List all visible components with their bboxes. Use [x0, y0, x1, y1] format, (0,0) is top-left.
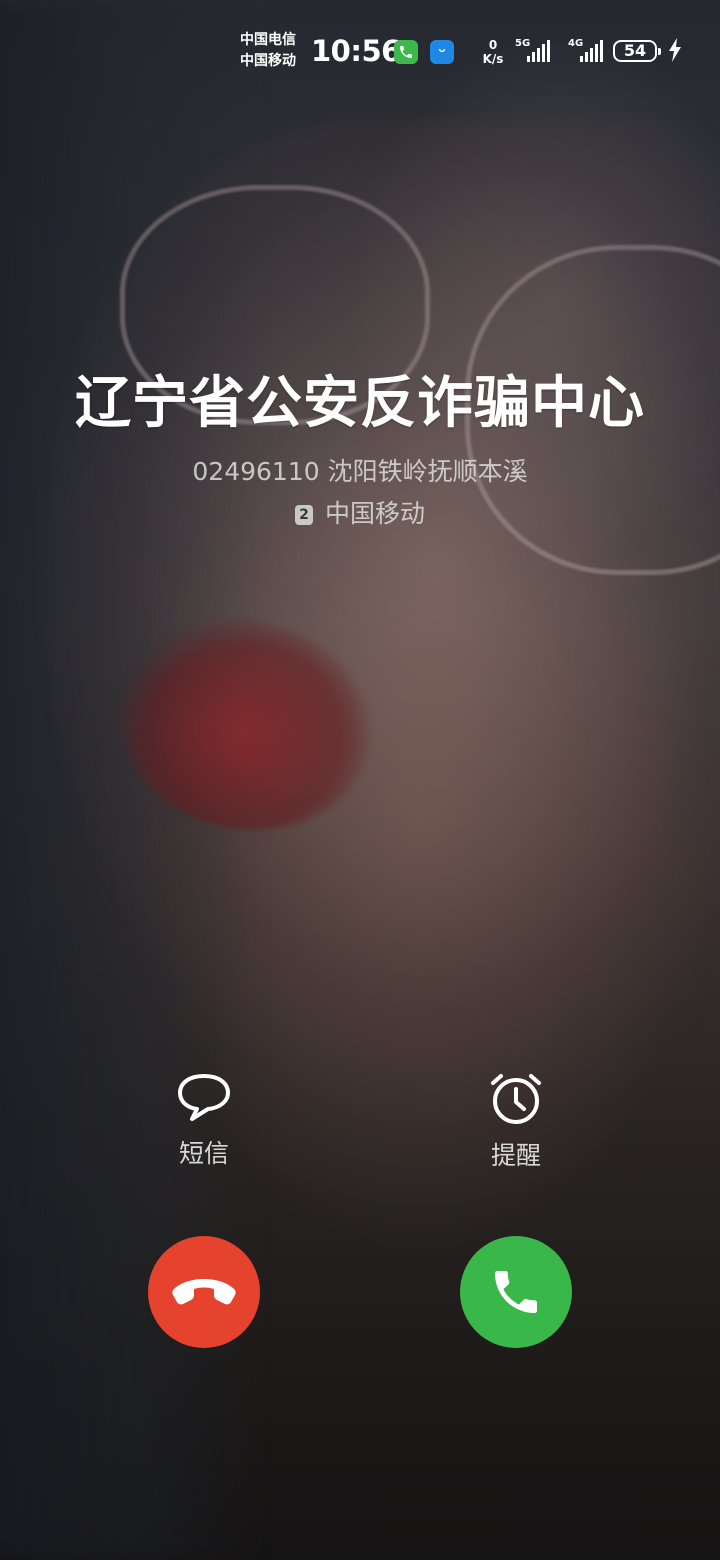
phone-icon	[495, 1271, 537, 1313]
signal-4g: 4G	[568, 36, 614, 66]
reminder-button[interactable]: 提醒	[456, 1072, 576, 1172]
phone-app-icon	[394, 40, 418, 64]
background-photo	[0, 0, 720, 1560]
signal-bars-icon	[527, 40, 550, 62]
speech-bubble-icon	[178, 1074, 230, 1121]
signal-5g: 5G	[515, 36, 561, 66]
shopping-bag-app-icon	[430, 40, 454, 64]
network-speed-unit: K/s	[482, 52, 504, 66]
network-speed-value: 0	[488, 38, 498, 52]
decline-call-button[interactable]	[148, 1236, 260, 1348]
sim-slot-badge: 2	[294, 505, 313, 525]
signal-bars-icon	[580, 40, 603, 62]
caller-number-location: 02496110 沈阳铁岭抚顺本溪	[192, 457, 528, 486]
lightning-bolt-icon	[668, 38, 682, 67]
reminder-label: 提醒	[490, 1141, 541, 1170]
message-button[interactable]: 短信	[144, 1072, 264, 1170]
answer-call-button[interactable]	[460, 1236, 572, 1348]
carrier-1: 中国电信	[240, 32, 296, 48]
message-label: 短信	[178, 1139, 229, 1168]
caller-carrier: 2 中国移动	[0, 494, 720, 530]
status-bar: 中国电信 中国移动 10:56 0 K/s 5G 4G 54	[0, 0, 720, 80]
alarm-clock-icon	[491, 1074, 541, 1124]
hang-up-phone-icon	[172, 1279, 236, 1305]
caller-name: 辽宁省公安反诈骗中心	[75, 371, 645, 436]
carrier-2: 中国移动	[240, 53, 296, 69]
carrier-names: 中国电信 中国移动	[240, 30, 306, 72]
battery-icon: 54	[613, 40, 661, 62]
status-time: 10:56	[311, 34, 401, 68]
battery-level: 54	[623, 41, 647, 60]
network-speed: 0 K/s	[478, 38, 508, 66]
caller-carrier-name: 中国移动	[324, 499, 425, 528]
